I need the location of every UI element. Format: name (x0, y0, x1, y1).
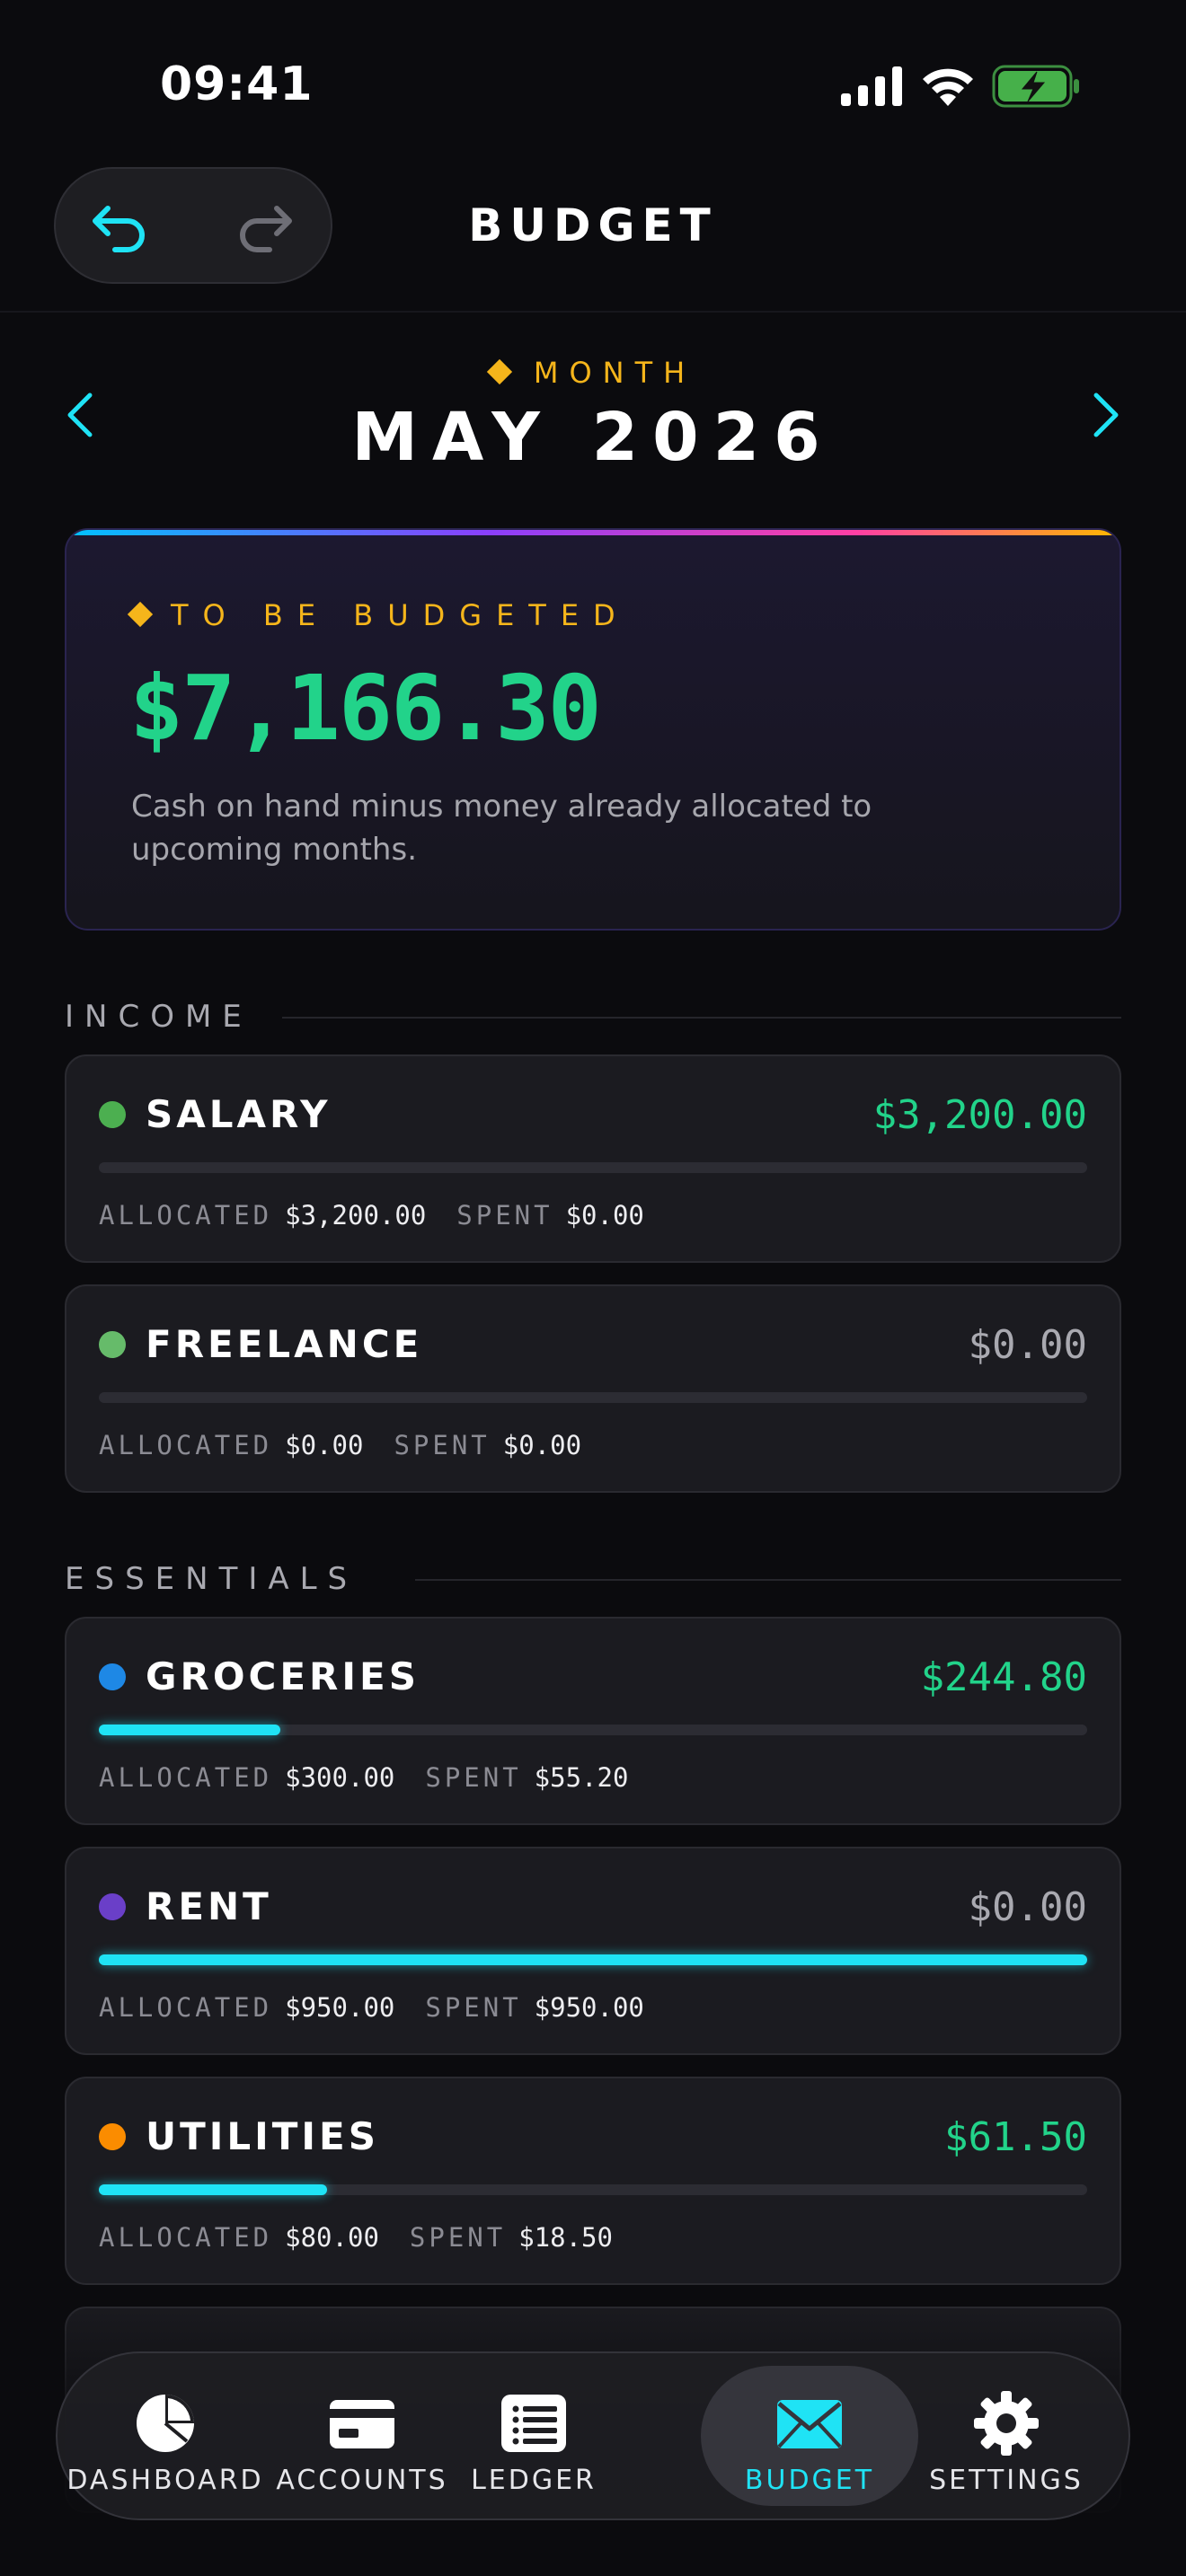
section-header-essentials: ESSENTIALS (65, 1561, 1121, 1597)
category-meta: ALLOCATED $300.00 SPENT $55.20 (99, 1762, 659, 1793)
tab-label: ACCOUNTS (276, 2465, 448, 2496)
allocated-value: $0.00 (285, 1430, 364, 1460)
category-progress-fill (99, 1954, 1087, 1965)
allocated-label: ALLOCATED (99, 1200, 273, 1231)
category-available: $3,200.00 (872, 1092, 1087, 1138)
diamond-icon (486, 358, 512, 385)
battery-charging-icon (992, 65, 1079, 108)
category-color-dot (99, 1101, 126, 1128)
spent-label: SPENT (425, 1992, 522, 2023)
allocated-value: $950.00 (285, 1992, 395, 2023)
allocated-value: $300.00 (285, 1762, 395, 1793)
allocated-label: ALLOCATED (99, 1992, 273, 2023)
spent-value: $0.00 (565, 1200, 644, 1231)
section-title: ESSENTIALS (65, 1561, 358, 1597)
spent-label: SPENT (456, 1200, 553, 1231)
tab-label: LEDGER (471, 2465, 597, 2496)
category-available: $244.80 (920, 1654, 1087, 1700)
allocated-label: ALLOCATED (99, 1762, 273, 1793)
to-be-budgeted-label: TO BE BUDGETED (127, 598, 630, 632)
wifi-icon (923, 68, 973, 106)
category-color-dot (99, 2123, 126, 2150)
tab-ledger[interactable]: LEDGER (451, 2353, 616, 2519)
category-available: $0.00 (968, 1884, 1087, 1930)
category-name: FREELANCE (146, 1322, 423, 1366)
chevron-right-icon (1093, 393, 1119, 437)
category-color-dot (99, 1663, 126, 1690)
category-progress-track (99, 2184, 1087, 2195)
category-color-dot (99, 1893, 126, 1920)
category-progress-track (99, 1392, 1087, 1403)
category-name: UTILITIES (146, 2114, 379, 2158)
category-available: $0.00 (968, 1322, 1087, 1368)
category-progress-track (99, 1162, 1087, 1173)
spent-value: $0.00 (502, 1430, 582, 1460)
category-name: SALARY (146, 1092, 332, 1136)
gradient-accent-bar (66, 530, 1120, 535)
category-progress-track (99, 1725, 1087, 1735)
tab-budget[interactable]: BUDGET (701, 2366, 918, 2506)
header-divider (0, 311, 1186, 313)
spent-value: $55.20 (534, 1762, 629, 1793)
section-header-income: INCOME (65, 999, 1121, 1035)
category-name: RENT (146, 1884, 272, 1928)
spent-label: SPENT (409, 2222, 507, 2253)
pie-chart-icon (137, 2395, 194, 2452)
tab-bar: DASHBOARD ACCOUNTS LEDGER BUDGET SETTING… (56, 2351, 1130, 2520)
page-title: BUDGET (468, 199, 718, 251)
tab-settings[interactable]: SETTINGS (918, 2353, 1094, 2519)
to-be-budgeted-description: Cash on hand minus money already allocat… (131, 789, 872, 868)
section-title: INCOME (65, 999, 252, 1035)
allocated-value: $3,200.00 (285, 1200, 427, 1231)
category-available: $61.50 (944, 2114, 1087, 2160)
category-card-groceries[interactable]: GROCERIES $244.80 ALLOCATED $300.00 SPENT $… (65, 1617, 1121, 1825)
spent-value: $950.00 (534, 1992, 644, 2023)
category-card-salary[interactable]: SALARY $3,200.00 ALLOCATED $3,200.00 SPENT… (65, 1054, 1121, 1263)
category-meta: ALLOCATED $950.00 SPENT $950.00 (99, 1992, 675, 2023)
spent-value: $18.50 (518, 2222, 613, 2253)
category-progress-track (99, 1954, 1087, 1965)
gear-icon (974, 2391, 1039, 2456)
status-bar: 09:41 (0, 0, 1186, 171)
tab-label: SETTINGS (929, 2465, 1084, 2496)
cellular-signal-icon (841, 66, 902, 106)
tab-label: BUDGET (744, 2465, 875, 2496)
allocated-label: ALLOCATED (99, 2222, 273, 2253)
current-month: MAY 2026 (351, 399, 835, 476)
list-icon (501, 2395, 566, 2452)
section-divider (415, 1579, 1121, 1581)
category-card-rent[interactable]: RENT $0.00 ALLOCATED $950.00 SPENT $950.00 (65, 1847, 1121, 2055)
category-meta: ALLOCATED $0.00 SPENT $0.00 (99, 1430, 612, 1460)
allocated-label: ALLOCATED (99, 1430, 273, 1460)
category-color-dot (99, 1331, 126, 1358)
to-be-budgeted-card: TO BE BUDGETED $7,166.30 Cash on hand mi… (65, 528, 1121, 931)
envelope-icon (777, 2400, 842, 2448)
tab-accounts[interactable]: ACCOUNTS (273, 2353, 451, 2519)
spent-label: SPENT (425, 1762, 522, 1793)
category-card-freelance[interactable]: FREELANCE $0.00 ALLOCATED $0.00 SPENT $0.00 (65, 1284, 1121, 1493)
section-divider (282, 1017, 1121, 1019)
tab-label: DASHBOARD (66, 2465, 264, 2496)
next-month-button[interactable] (1084, 386, 1127, 444)
credit-card-icon (330, 2400, 394, 2448)
category-name: GROCERIES (146, 1654, 420, 1698)
month-label: MONTH (0, 356, 1186, 390)
spent-label: SPENT (394, 1430, 491, 1460)
to-be-budgeted-amount: $7,166.30 (129, 656, 602, 761)
diamond-icon (127, 601, 154, 628)
category-card-utilities[interactable]: UTILITIES $61.50 ALLOCATED $80.00 SPENT $18… (65, 2077, 1121, 2285)
category-meta: ALLOCATED $3,200.00 SPENT $0.00 (99, 1200, 675, 1231)
category-meta: ALLOCATED $80.00 SPENT $18.50 (99, 2222, 643, 2253)
category-progress-fill (99, 1725, 281, 1735)
category-progress-fill (99, 2184, 328, 2195)
allocated-value: $80.00 (285, 2222, 379, 2253)
status-time: 09:41 (160, 57, 314, 111)
tab-dashboard[interactable]: DASHBOARD (58, 2353, 273, 2519)
